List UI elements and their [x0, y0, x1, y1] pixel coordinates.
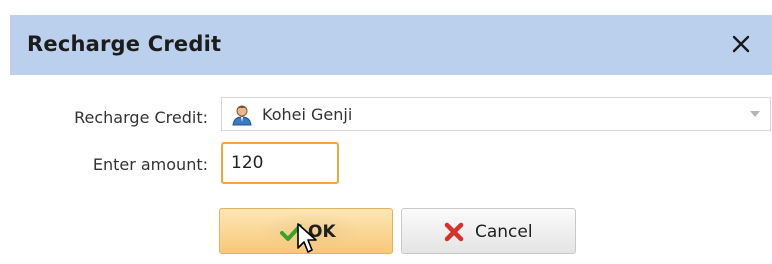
user-icon: [232, 105, 252, 126]
mouse-cursor-icon: [297, 223, 317, 253]
dialog-titlebar: Recharge Credit: [10, 15, 772, 75]
user-select[interactable]: Kohei Genji: [221, 97, 771, 131]
recharge-credit-label: Recharge Credit:: [74, 108, 208, 127]
chevron-down-icon[interactable]: [750, 111, 760, 117]
close-button[interactable]: [724, 26, 758, 62]
recharge-credit-dialog: Recharge Credit Recharge Credit: Kohei G…: [10, 15, 772, 264]
cancel-button[interactable]: Cancel: [401, 208, 576, 254]
selected-user: Kohei Genji: [262, 105, 353, 124]
x-icon: [444, 222, 464, 242]
dialog-title: Recharge Credit: [27, 32, 222, 56]
close-icon: [732, 35, 750, 53]
enter-amount-label: Enter amount:: [92, 155, 208, 174]
cancel-label: Cancel: [475, 222, 533, 242]
amount-input[interactable]: [221, 142, 339, 184]
